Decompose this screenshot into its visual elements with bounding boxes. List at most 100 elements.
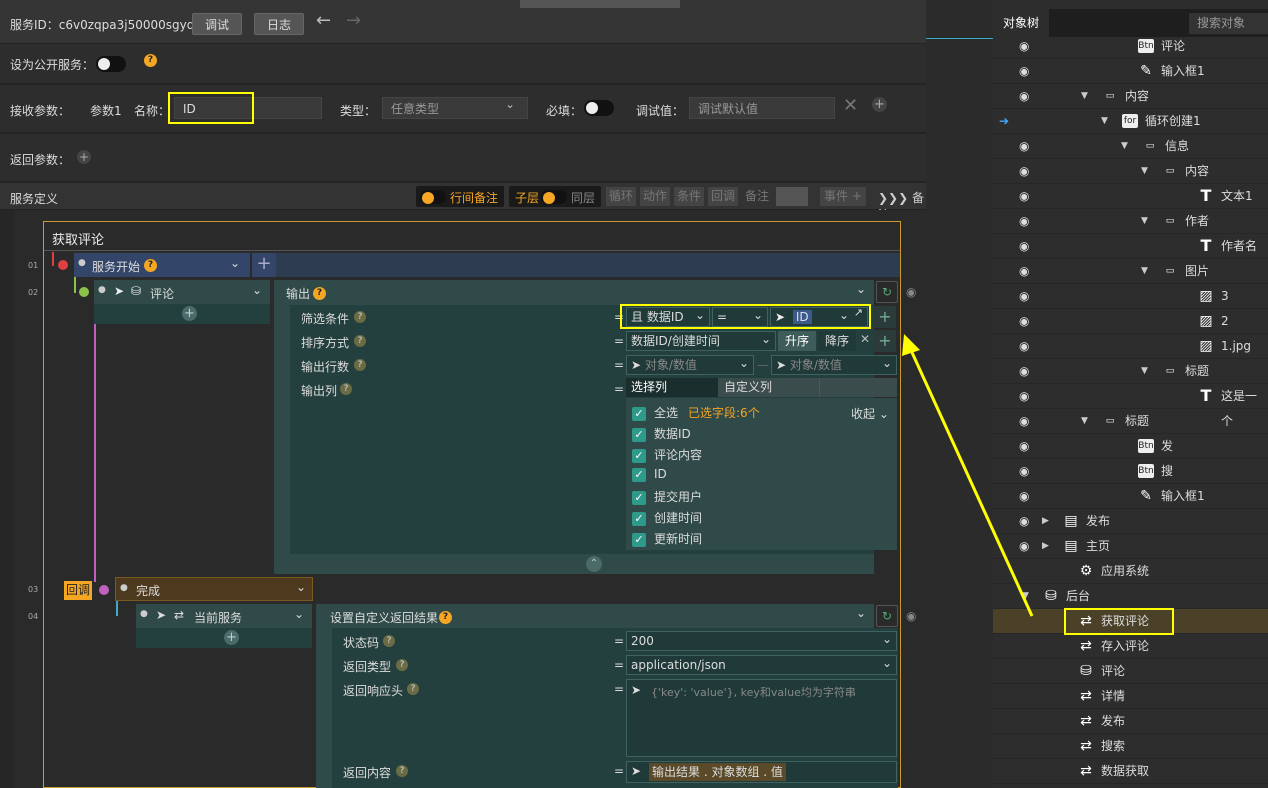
forward-arrow-icon[interactable]: → [346,10,361,31]
target-icon[interactable]: ◉ [906,285,916,299]
tree-item[interactable]: ◉ ▼ ▭ 内容 [993,84,1268,109]
tree-item[interactable]: ◉ ✎ 输入框1 [993,59,1268,84]
loop-button[interactable]: 循环 [606,187,637,206]
eye-icon[interactable]: ◉ [1019,264,1033,278]
list-item[interactable]: ✓ 更新时间 [632,530,702,547]
eye-icon[interactable]: ◉ [1019,89,1033,103]
chevron-down-icon[interactable]: ⌄ [294,607,304,621]
back-arrow-icon[interactable]: ← [316,10,331,31]
chevron-down-icon[interactable]: ⌄ [856,282,866,296]
select-all-row[interactable]: ✓ 全选 已选字段:6个 [632,404,760,421]
eye-icon[interactable]: ◉ [1019,214,1033,228]
tree-item[interactable]: ⛁ 评论 [993,659,1268,684]
expand-arrow-icon[interactable]: ▼ [1141,259,1148,284]
tree-item[interactable]: ◉ ▨ 3 [993,284,1268,309]
tree-item[interactable]: ⇄ 数据获取 [993,759,1268,784]
tree-item[interactable]: ◉ ▼ ▭ 内容 [993,159,1268,184]
list-item[interactable]: ✓ 创建时间 [632,509,702,526]
tab-object-tree[interactable]: 对象树 [993,9,1049,37]
tree-item[interactable]: ⇄ 详情 [993,684,1268,709]
eye-icon[interactable]: ◉ [1019,289,1033,303]
clear-icon[interactable]: ✕ [843,95,858,116]
line-note-toggle[interactable] [420,189,446,204]
list-item[interactable]: ✓ 数据ID [632,425,691,442]
tree-item[interactable]: ◉ T 文本1 [993,184,1268,209]
link-arrow-icon[interactable]: ➔ [999,114,1013,128]
expand-arrow-icon[interactable]: ▼ [1121,134,1128,159]
expand-arrow-icon[interactable]: ▼ [1141,359,1148,384]
callback-button[interactable]: 回调 [708,187,739,206]
tree-item[interactable]: ⇄ 发布 [993,709,1268,734]
tree-item[interactable]: ◉ Btn 评论 [993,34,1268,59]
eye-icon[interactable]: ◉ [1019,139,1033,153]
add-step-icon[interactable]: + [252,253,276,277]
help-icon[interactable]: ? [396,765,408,777]
done-node[interactable]: ● 完成 ⌄ [115,577,313,601]
eye-icon[interactable]: ◉ [1019,239,1033,253]
service-start-node[interactable]: ● 服务开始 ? ⌄ [74,253,250,277]
layer-toggle[interactable] [541,189,567,204]
return-content-input[interactable]: ➤ 输出结果 . 对象数组 . 值 [626,761,897,783]
add-param-icon[interactable]: + [872,97,887,112]
status-select[interactable]: 200 ⌄ [626,631,897,651]
action-button[interactable]: 动作 [640,187,671,206]
checkbox-icon[interactable]: ✓ [632,467,646,482]
checkbox-icon[interactable]: ✓ [632,427,646,442]
list-item[interactable]: ✓ 提交用户 [632,488,702,505]
tab-custom-cols[interactable]: 自定义列 [722,378,820,397]
add-icon[interactable]: + [182,306,197,321]
checkbox-icon[interactable]: ✓ [632,511,646,526]
expand-arrow-icon[interactable]: ▼ [1081,409,1088,434]
sort-desc-button[interactable]: 降序 [818,331,856,351]
help-icon[interactable]: ? [354,359,366,371]
expand-arrow-icon[interactable]: ▼ [1141,209,1148,234]
help-icon[interactable]: ? [407,683,419,695]
tree-item[interactable]: ⇄ 搜索 [993,734,1268,759]
required-toggle[interactable] [584,100,614,116]
public-service-toggle[interactable] [96,56,126,72]
tree-item[interactable]: ◉ ▼ ▭ 作者 [993,209,1268,234]
add-icon[interactable]: + [224,630,239,645]
chevron-down-icon[interactable]: ⌄ [230,256,240,270]
eye-icon[interactable]: ◉ [1019,64,1033,78]
help-icon[interactable]: ? [396,659,408,671]
help-icon[interactable]: ? [144,259,157,272]
chevron-down-icon[interactable]: ⌄ [856,606,866,620]
chevron-down-icon[interactable]: ⌄ [296,580,306,594]
tree-item[interactable]: ➔ ▼ for 循环创建1 [993,109,1268,134]
help-icon[interactable]: ? [354,335,366,347]
chevron-up-icon[interactable]: ⌃ [586,556,602,572]
help-icon[interactable]: ? [144,54,157,67]
refresh-icon[interactable]: ↻ [876,281,898,303]
eye-icon[interactable]: ◉ [1019,189,1033,203]
rows-from-select[interactable]: ➤ 对象/数值 ⌄ [626,355,754,375]
checkbox-icon[interactable]: ✓ [632,532,646,547]
help-icon[interactable]: ? [340,383,352,395]
expand-arrow-icon[interactable]: ▼ [1141,159,1148,184]
help-icon[interactable]: ? [313,287,326,300]
tree-item[interactable]: ⇄ 存入评论 [993,634,1268,659]
chevron-down-icon[interactable]: ⌄ [252,283,262,297]
list-item[interactable]: ✓ 评论内容 [632,446,702,463]
blank-button[interactable] [776,187,808,206]
checkbox-icon[interactable]: ✓ [632,448,646,463]
tab-select-cols[interactable]: 选择列 [626,378,718,397]
rows-to-select[interactable]: ➤ 对象/数值 ⌄ [771,355,897,375]
current-service-node[interactable]: ● ➤ ⇄ 当前服务 ⌄ [136,604,312,628]
help-icon[interactable]: ? [354,311,366,323]
close-icon[interactable]: ✕ [860,332,870,346]
log-button[interactable]: 日志 [254,13,305,35]
tree-item[interactable]: ◉ ▼ ▭ 图片 [993,259,1268,284]
help-icon[interactable]: ? [383,635,395,647]
resp-header-input[interactable]: ➤ {'key': 'value'}, key和value均为字符串 [626,679,897,757]
note-button[interactable]: 备注 [742,187,772,206]
eye-icon[interactable]: ◉ [1019,164,1033,178]
list-item[interactable]: ✓ ID [632,467,667,482]
tree-item[interactable]: ◉ ▼ ▭ 信息 [993,134,1268,159]
event-button[interactable]: 事件 + [820,187,866,206]
comment-node[interactable]: ● ➤ ⛁ 评论 ⌄ [94,280,270,304]
sort-field-select[interactable]: 数据ID/创建时间 ⌄ [626,331,776,351]
help-icon[interactable]: ? [439,611,452,624]
add-return-icon[interactable]: + [77,150,91,164]
return-type-select[interactable]: application/json ⌄ [626,655,897,675]
